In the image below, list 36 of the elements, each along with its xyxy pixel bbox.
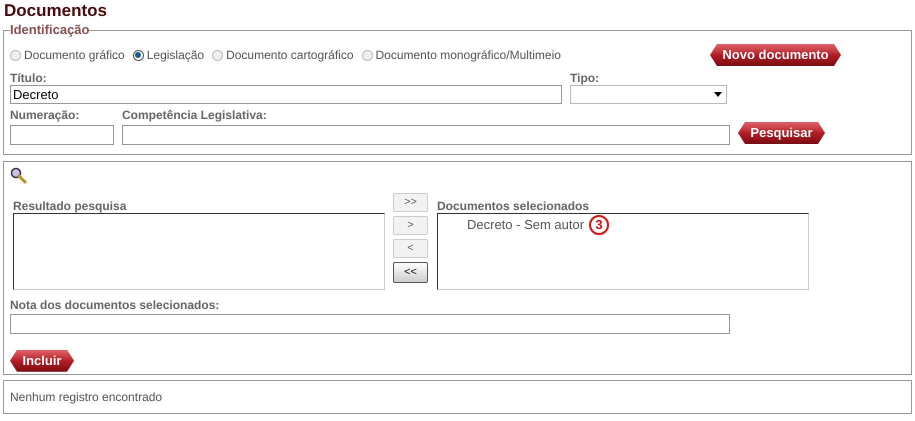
radio-option[interactable]: Legislação (132, 46, 204, 64)
radio-option[interactable]: Documento monográfico/Multimeio (362, 46, 561, 64)
search-button[interactable]: Pesquisar (738, 122, 825, 144)
type-label: Tipo: (570, 71, 600, 85)
annotation-marker: 3 (589, 215, 610, 235)
section-legend: Identificação (10, 23, 90, 37)
caret-icon (714, 92, 722, 97)
selected-documents-list[interactable]: Decreto - Sem autor 3 (437, 213, 809, 290)
title-label: Título: (10, 71, 48, 85)
list-item[interactable]: Decreto - Sem autor (467, 215, 584, 235)
note-input[interactable] (10, 314, 730, 334)
radio-option[interactable]: Documento cartográfico (212, 46, 354, 64)
title-input[interactable]: Decreto (10, 85, 562, 104)
transfer-button[interactable]: << (393, 262, 428, 283)
status-message: Nenhum registro encontrado (10, 389, 162, 406)
page-title: Documentos (3, 1, 108, 21)
radio-option[interactable]: Documento gráfico (10, 46, 125, 64)
number-input[interactable] (10, 125, 114, 145)
search-icon (10, 167, 27, 184)
results-label: Resultado pesquisa (13, 199, 128, 213)
transfer-button[interactable]: > (393, 216, 428, 235)
results-list[interactable] (13, 213, 385, 290)
radio-button[interactable] (132, 50, 144, 60)
number-label: Numeração: (10, 108, 80, 122)
radio-button[interactable] (10, 50, 21, 60)
radio-button[interactable] (212, 50, 224, 60)
competence-input[interactable] (122, 125, 730, 145)
selected-documents-label: Documentos selecionados (437, 199, 590, 213)
type-select[interactable] (570, 85, 727, 104)
radio-button[interactable] (362, 50, 372, 60)
include-button[interactable]: Incluir (10, 350, 74, 372)
transfer-button[interactable]: >> (393, 193, 428, 212)
competence-label: Competência Legislativa: (122, 108, 268, 122)
note-label: Nota dos documentos selecionados: (10, 298, 220, 312)
new-document-button[interactable]: Novo documento (710, 44, 841, 66)
transfer-button[interactable]: < (393, 239, 428, 258)
